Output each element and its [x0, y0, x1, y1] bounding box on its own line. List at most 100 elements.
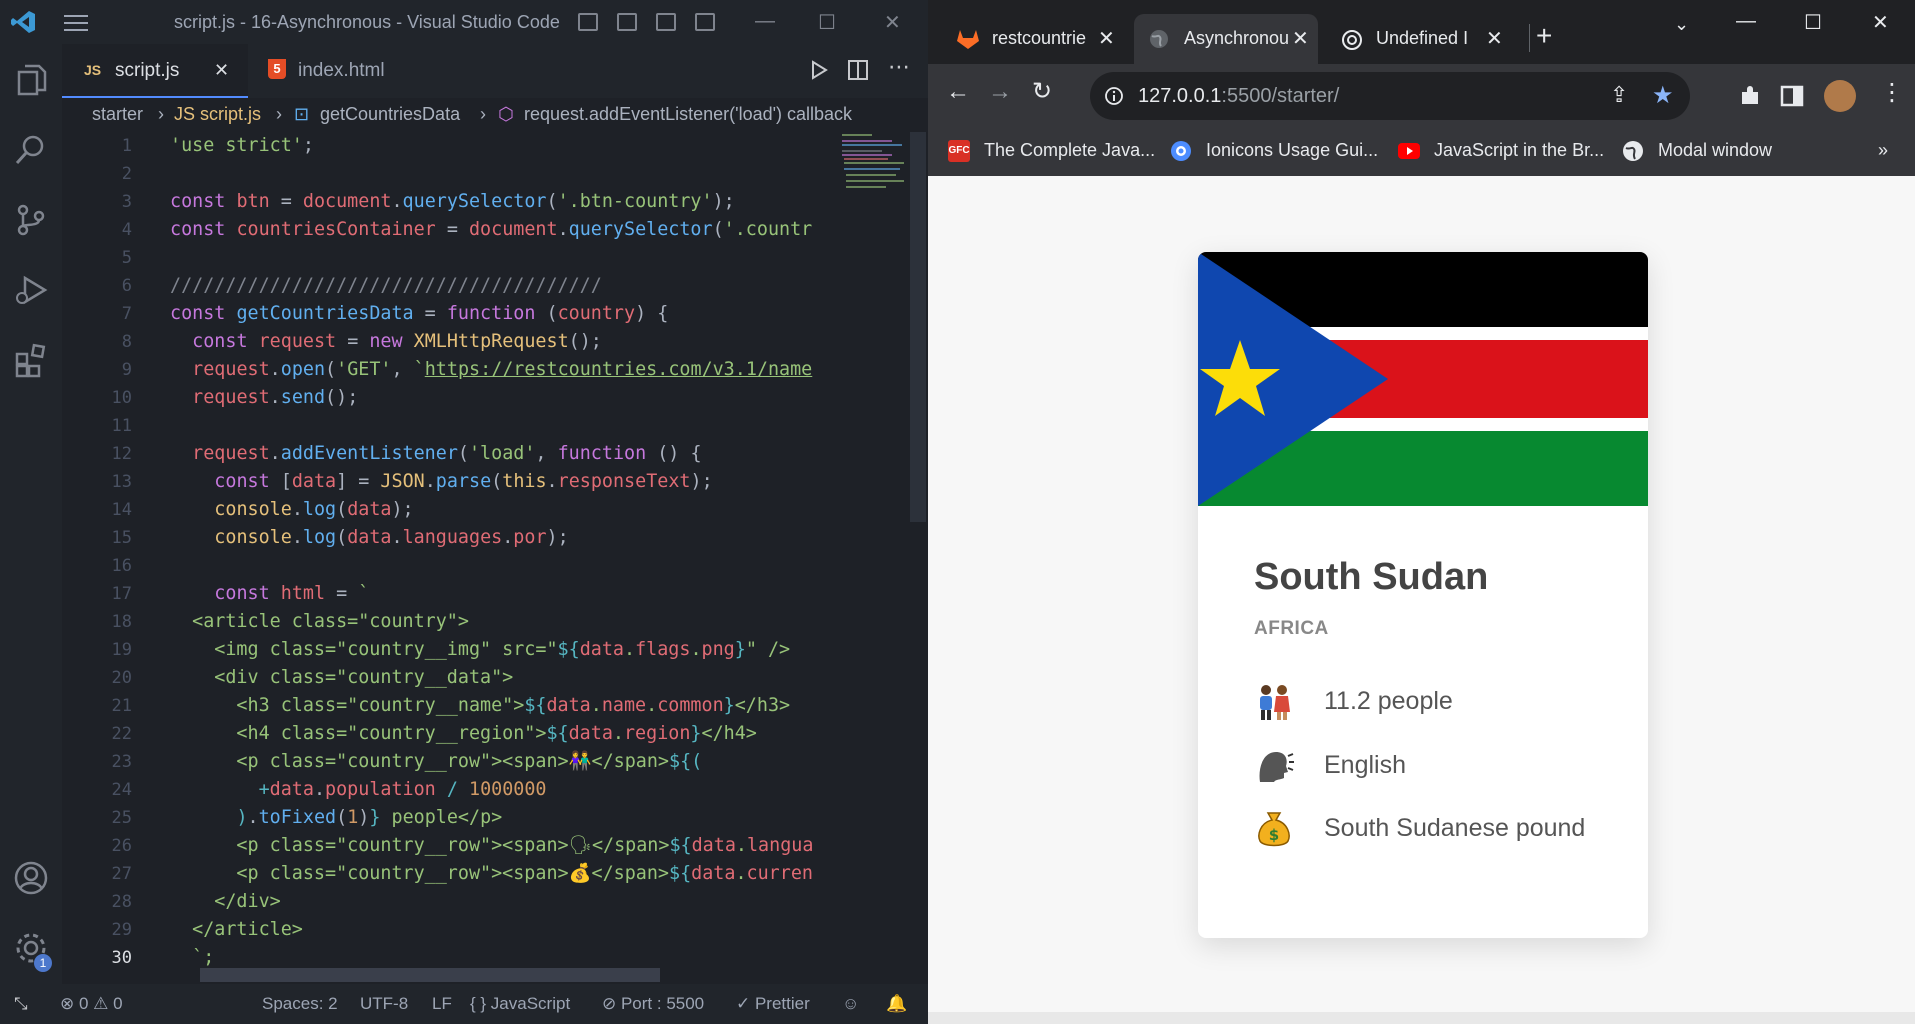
- window-title: script.js - 16-Asynchronous - Visual Stu…: [174, 12, 560, 32]
- browser-tab-undefined[interactable]: Undefined I ✕: [1326, 14, 1516, 64]
- tab-label: index.html: [298, 60, 385, 81]
- reload-icon[interactable]: ↻: [1032, 77, 1052, 106]
- extensions-puzzle-icon[interactable]: [1738, 84, 1762, 108]
- more-actions-icon[interactable]: ⋯: [888, 54, 910, 80]
- globe-icon: [1623, 141, 1643, 161]
- browser-tab-label: Asynchronou: [1184, 28, 1288, 48]
- browser-toolbar: ← → ↻ 127.0.0.1:5500/starter/ ⇪ ★ ⋮: [928, 64, 1915, 128]
- breadcrumb-file[interactable]: JS script.js: [174, 104, 261, 125]
- breadcrumb-folder[interactable]: starter: [92, 104, 143, 125]
- tab-index-html[interactable]: 5 index.html: [248, 44, 428, 98]
- tab-label: script.js: [115, 60, 180, 81]
- bookmark-ionicons[interactable]: Ionicons Usage Gui...: [1206, 140, 1378, 161]
- line-number: 5: [121, 248, 132, 268]
- browser-tab-restcountries[interactable]: restcountrie ✕: [942, 14, 1122, 64]
- tab-search-chevron-icon[interactable]: ⌄: [1674, 14, 1689, 35]
- url-text[interactable]: 127.0.0.1:5500/starter/: [1138, 85, 1339, 108]
- minimap[interactable]: [840, 132, 910, 202]
- browser-tab-strip: restcountrie ✕ Asynchronou ✕ Undefined I…: [928, 0, 1915, 64]
- forward-arrow-icon[interactable]: →: [988, 78, 1012, 106]
- chrome-menu-icon[interactable]: ⋮: [1880, 78, 1904, 107]
- menu-icon[interactable]: [64, 15, 88, 31]
- editor-tab-bar: JS script.js ✕ 5 index.html ⋯: [62, 44, 928, 98]
- source-control-icon[interactable]: [13, 202, 49, 238]
- country-name: South Sudan: [1254, 556, 1489, 598]
- vertical-scrollbar[interactable]: [910, 132, 926, 522]
- eol-indicator[interactable]: LF: [432, 994, 452, 1014]
- problems-indicator[interactable]: ⊗ 0 ⚠ 0: [60, 994, 123, 1014]
- maximize-icon[interactable]: ☐: [1804, 10, 1822, 35]
- run-debug-icon[interactable]: [13, 272, 49, 308]
- line-number: 6: [121, 276, 132, 296]
- line-number: 14: [111, 500, 132, 520]
- bookmark-javascript-browser[interactable]: JavaScript in the Br...: [1434, 140, 1604, 161]
- feedback-icon[interactable]: ☺: [842, 994, 859, 1014]
- notifications-bell-icon[interactable]: 🔔: [886, 994, 907, 1014]
- toggle-secondary-sidebar-icon[interactable]: [656, 13, 676, 31]
- new-tab-icon[interactable]: +: [1536, 20, 1552, 52]
- toggle-panel-icon[interactable]: [617, 13, 637, 31]
- line-number: 25: [111, 808, 132, 828]
- line-number: 30: [111, 948, 132, 968]
- maximize-icon[interactable]: ☐: [818, 10, 836, 35]
- minimize-icon[interactable]: —: [1736, 10, 1756, 33]
- run-file-icon[interactable]: [810, 60, 828, 80]
- extensions-icon[interactable]: [13, 342, 49, 378]
- live-server-port[interactable]: ⊘ Port : 5500: [602, 994, 704, 1014]
- bookmark-complete-java[interactable]: The Complete Java...: [984, 140, 1155, 161]
- remote-icon[interactable]: ⤡: [14, 994, 28, 1014]
- line-number: 26: [111, 836, 132, 856]
- breadcrumb-callback[interactable]: request.addEventListener('load') callbac…: [524, 104, 852, 125]
- line-number: 11: [111, 416, 132, 436]
- share-icon[interactable]: ⇪: [1610, 82, 1628, 108]
- breadcrumb-function[interactable]: getCountriesData: [320, 104, 460, 125]
- tab-script-js[interactable]: JS script.js ✕: [62, 44, 248, 98]
- customize-layout-icon[interactable]: [695, 13, 715, 31]
- money-bag-icon: $: [1258, 812, 1290, 847]
- side-panel-icon[interactable]: [1780, 84, 1804, 108]
- search-icon[interactable]: [13, 132, 49, 168]
- encoding-indicator[interactable]: UTF-8: [360, 994, 408, 1014]
- bookmark-modal-window[interactable]: Modal window: [1658, 140, 1772, 161]
- svg-text:$: $: [1269, 826, 1279, 844]
- cube-icon: ⬡: [498, 104, 514, 124]
- vscode-logo-icon: [11, 11, 35, 33]
- minimize-icon[interactable]: —: [755, 10, 775, 33]
- line-number: 2: [121, 164, 132, 184]
- bookmark-star-icon[interactable]: ★: [1652, 81, 1674, 110]
- close-window-icon[interactable]: ✕: [1872, 10, 1889, 35]
- prettier-status[interactable]: ✓ Prettier: [736, 994, 810, 1014]
- browser-tab-asynchronous[interactable]: Asynchronou ✕: [1134, 14, 1318, 64]
- bottom-scrollbar[interactable]: [928, 1012, 1915, 1024]
- horizontal-scrollbar[interactable]: [200, 968, 660, 982]
- vscode-window: script.js - 16-Asynchronous - Visual Stu…: [0, 0, 928, 1024]
- site-info-icon[interactable]: [1104, 86, 1124, 106]
- speaking-head-icon: [1259, 752, 1294, 783]
- currency-text: South Sudanese pound: [1324, 814, 1586, 842]
- close-window-icon[interactable]: ✕: [884, 10, 901, 35]
- close-tab-icon[interactable]: ✕: [214, 60, 229, 81]
- line-number: 21: [111, 696, 132, 716]
- close-tab-icon[interactable]: ✕: [1486, 26, 1503, 51]
- status-bar: ⤡ ⊗ 0 ⚠ 0 Spaces: 2 UTF-8 LF { } JavaScr…: [0, 984, 928, 1024]
- chatgpt-icon: [1342, 30, 1362, 50]
- page-viewport: South Sudan AFRICA 11.2 people English $…: [928, 176, 1915, 1012]
- back-arrow-icon[interactable]: ←: [946, 78, 970, 106]
- explorer-icon[interactable]: [13, 62, 49, 98]
- accounts-icon[interactable]: [13, 860, 49, 896]
- close-tab-icon[interactable]: ✕: [1098, 26, 1115, 51]
- language-mode[interactable]: { } JavaScript: [470, 994, 570, 1014]
- language-row: English: [1254, 746, 1594, 786]
- line-number: 20: [111, 668, 132, 688]
- code-editor[interactable]: 'use strict'; const btn = document.query…: [170, 132, 840, 984]
- line-number: 10: [111, 388, 132, 408]
- indentation-indicator[interactable]: Spaces: 2: [262, 994, 338, 1014]
- close-tab-icon[interactable]: ✕: [1292, 26, 1309, 51]
- country-card: South Sudan AFRICA 11.2 people English $…: [1198, 252, 1648, 938]
- split-editor-icon[interactable]: [847, 59, 869, 81]
- address-bar[interactable]: 127.0.0.1:5500/starter/ ⇪ ★: [1090, 72, 1690, 120]
- more-bookmarks-icon[interactable]: »: [1878, 140, 1888, 161]
- line-number: 16: [111, 556, 132, 576]
- profile-avatar[interactable]: [1824, 80, 1856, 112]
- toggle-primary-sidebar-icon[interactable]: [578, 13, 598, 31]
